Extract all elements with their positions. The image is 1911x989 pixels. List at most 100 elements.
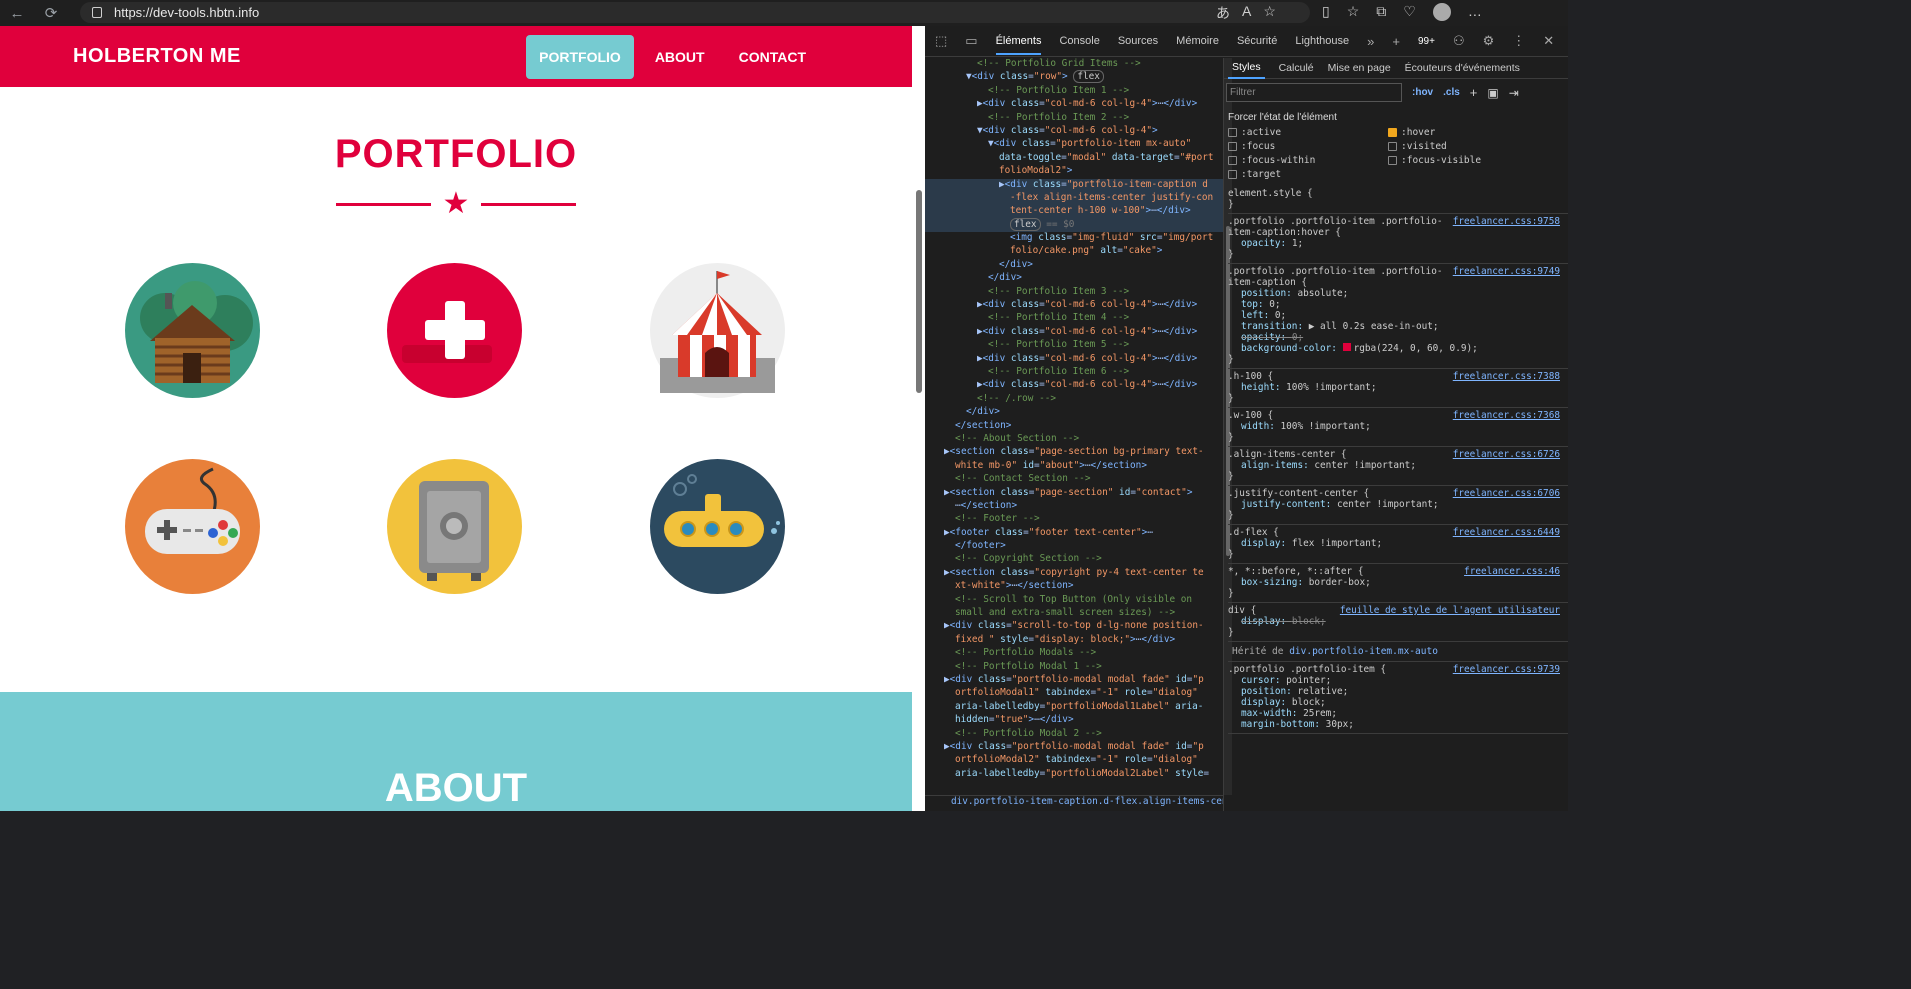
- css-property[interactable]: width: 100% !important;: [1228, 421, 1568, 432]
- css-source-link[interactable]: feuille de style de l'agent utilisateur: [1340, 605, 1560, 616]
- css-property[interactable]: display: block;: [1228, 616, 1568, 627]
- css-source-link[interactable]: freelancer.css:9758: [1453, 216, 1560, 227]
- read-aloud-icon[interactable]: あ: [1216, 3, 1230, 23]
- favorites-icon[interactable]: ☆: [1347, 3, 1360, 21]
- state-checkbox[interactable]: :focus: [1228, 141, 1388, 152]
- state-checkbox[interactable]: :target: [1228, 169, 1388, 180]
- portfolio-item-cake[interactable]: [335, 245, 573, 416]
- nav-portfolio[interactable]: PORTFOLIO: [526, 34, 634, 79]
- health-icon[interactable]: ♡: [1403, 3, 1416, 21]
- dom-node-line[interactable]: </footer>: [925, 540, 1223, 553]
- more-icon[interactable]: …: [1468, 3, 1482, 21]
- cls-toggle[interactable]: .cls: [1443, 87, 1460, 98]
- back-icon[interactable]: ←: [0, 5, 34, 22]
- css-property[interactable]: margin-bottom: 30px;: [1228, 719, 1568, 730]
- portfolio-item-safe[interactable]: [335, 441, 573, 612]
- nav-contact[interactable]: CONTACT: [726, 35, 819, 79]
- checkbox-icon[interactable]: [1388, 156, 1397, 165]
- css-source-link[interactable]: freelancer.css:46: [1464, 566, 1560, 577]
- css-rule[interactable]: .portfolio .portfolio-item .portfolio-it…: [1228, 214, 1568, 264]
- more-tabs-icon[interactable]: »: [1367, 34, 1374, 49]
- split-screen-icon[interactable]: ▯: [1322, 3, 1330, 21]
- css-property[interactable]: box-sizing: border-box;: [1228, 577, 1568, 588]
- dom-node-line[interactable]: <!-- Portfolio Item 4 -->: [925, 312, 1223, 325]
- css-property[interactable]: display: block;: [1228, 697, 1568, 708]
- add-tab-icon[interactable]: +: [1392, 34, 1400, 49]
- state-checkbox[interactable]: :active: [1228, 127, 1388, 138]
- dom-node-line[interactable]: ▶<div class="col-md-6 col-lg-4">⋯</div>: [925, 98, 1223, 111]
- dom-node-line[interactable]: -flex align-items-center justify-con: [925, 191, 1223, 206]
- dom-node-line[interactable]: <!-- Portfolio Modal 2 -->: [925, 728, 1223, 741]
- tab-security[interactable]: Sécurité: [1237, 35, 1277, 47]
- state-checkbox[interactable]: :visited: [1388, 141, 1548, 152]
- dom-node-line[interactable]: <!-- Portfolio Item 5 -->: [925, 339, 1223, 352]
- checkbox-icon[interactable]: [1228, 156, 1237, 165]
- connections-icon[interactable]: ⚇: [1453, 33, 1465, 49]
- dom-node-line[interactable]: ▶<div class="col-md-6 col-lg-4">⋯</div>: [925, 379, 1223, 392]
- css-rule[interactable]: .w-100 {freelancer.css:7368 width: 100% !…: [1228, 408, 1568, 447]
- tab-memory[interactable]: Mémoire: [1176, 35, 1219, 47]
- sidebar-toggle-icon[interactable]: ⇥: [1509, 86, 1519, 100]
- css-source-link[interactable]: freelancer.css:7368: [1453, 410, 1560, 421]
- css-property[interactable]: opacity: 0;: [1228, 332, 1568, 343]
- css-source-link[interactable]: freelancer.css:7388: [1453, 371, 1560, 382]
- color-swatch[interactable]: [1342, 343, 1351, 351]
- reload-icon[interactable]: ⟳: [34, 4, 68, 22]
- dom-node-line[interactable]: ⋯</section>: [925, 500, 1223, 513]
- issues-badge[interactable]: 99+: [1418, 36, 1435, 47]
- text-size-icon[interactable]: A: [1242, 3, 1251, 23]
- css-property[interactable]: height: 100% !important;: [1228, 382, 1568, 393]
- dom-node-line[interactable]: ▶<div class="portfolio-modal modal fade"…: [925, 674, 1223, 687]
- dom-node-line[interactable]: <!-- Contact Section -->: [925, 473, 1223, 486]
- css-property[interactable]: display: flex !important;: [1228, 538, 1568, 549]
- inspect-element-icon[interactable]: ⬚: [935, 33, 947, 49]
- css-rule[interactable]: .portfolio .portfolio-item .portfolio-it…: [1228, 264, 1568, 369]
- css-source-link[interactable]: freelancer.css:9749: [1453, 266, 1560, 277]
- portfolio-item-circus[interactable]: [598, 245, 836, 416]
- state-checkbox[interactable]: :focus-within: [1228, 155, 1388, 166]
- dom-node-line[interactable]: <!-- Portfolio Modals -->: [925, 647, 1223, 660]
- dom-node-line[interactable]: <!-- /.row -->: [925, 393, 1223, 406]
- styles-filter-input[interactable]: Filtrer: [1226, 83, 1402, 102]
- hov-toggle[interactable]: :hov: [1412, 87, 1433, 98]
- dom-node-line[interactable]: hidden="true">⋯</div>: [925, 714, 1223, 727]
- css-rule[interactable]: .h-100 {freelancer.css:7388 height: 100% …: [1228, 369, 1568, 408]
- dom-node-line[interactable]: ▶<footer class="footer text-center">⋯: [925, 527, 1223, 540]
- dom-node-line[interactable]: ▶<div class="col-md-6 col-lg-4">⋯</div>: [925, 299, 1223, 312]
- css-source-link[interactable]: freelancer.css:9739: [1453, 664, 1560, 675]
- css-rule[interactable]: .align-items-center {freelancer.css:6726…: [1228, 447, 1568, 486]
- css-rule[interactable]: .justify-content-center {freelancer.css:…: [1228, 486, 1568, 525]
- dom-node-line[interactable]: ▶<section class="copyright py-4 text-cen…: [925, 567, 1223, 580]
- page-scrollbar[interactable]: [912, 26, 925, 811]
- dom-node-line[interactable]: <!-- Portfolio Item 6 -->: [925, 366, 1223, 379]
- css-rule[interactable]: div {feuille de style de l'agent utilisa…: [1228, 603, 1568, 642]
- inherited-link[interactable]: div.portfolio-item.mx-auto: [1289, 646, 1438, 657]
- checkbox-icon[interactable]: [1228, 170, 1237, 179]
- checkbox-icon[interactable]: [1228, 142, 1237, 151]
- css-property[interactable]: opacity: 1;: [1228, 238, 1568, 249]
- dom-node-line[interactable]: </div>: [925, 272, 1223, 285]
- site-brand[interactable]: HOLBERTON ME: [73, 45, 241, 68]
- dom-node-line[interactable]: </div>: [925, 259, 1223, 272]
- css-property[interactable]: position: absolute;: [1228, 288, 1568, 299]
- css-property[interactable]: align-items: center !important;: [1228, 460, 1568, 471]
- avatar[interactable]: [1432, 3, 1451, 21]
- dom-node-line[interactable]: ▶<div class="portfolio-item-caption d: [925, 178, 1223, 192]
- device-toolbar-icon[interactable]: ▭: [965, 33, 977, 49]
- dom-node-line[interactable]: small and extra-small screen sizes) -->: [925, 607, 1223, 620]
- dom-node-line[interactable]: ▶<div class="col-md-6 col-lg-4">⋯</div>: [925, 326, 1223, 339]
- dom-node-line[interactable]: </div>: [925, 406, 1223, 419]
- state-checkbox[interactable]: :focus-visible: [1388, 155, 1548, 166]
- dom-node-line[interactable]: ▶<section class="page-section bg-primary…: [925, 446, 1223, 459]
- close-devtools-icon[interactable]: ✕: [1543, 33, 1554, 49]
- css-property[interactable]: top: 0;: [1228, 299, 1568, 310]
- css-property[interactable]: transition: ▶ all 0.2s ease-in-out;: [1228, 321, 1568, 332]
- tab-event-listeners[interactable]: Écouteurs d'événements: [1405, 62, 1520, 74]
- address-bar[interactable]: https://dev-tools.hbtn.info: [80, 2, 1310, 23]
- settings-gear-icon[interactable]: ⚙: [1483, 33, 1495, 49]
- dom-node-line[interactable]: flex == $0: [925, 217, 1223, 233]
- tab-console[interactable]: Console: [1059, 35, 1099, 47]
- css-property[interactable]: left: 0;: [1228, 310, 1568, 321]
- tab-computed[interactable]: Calculé: [1279, 62, 1314, 74]
- dom-node-line[interactable]: <!-- About Section -->: [925, 433, 1223, 446]
